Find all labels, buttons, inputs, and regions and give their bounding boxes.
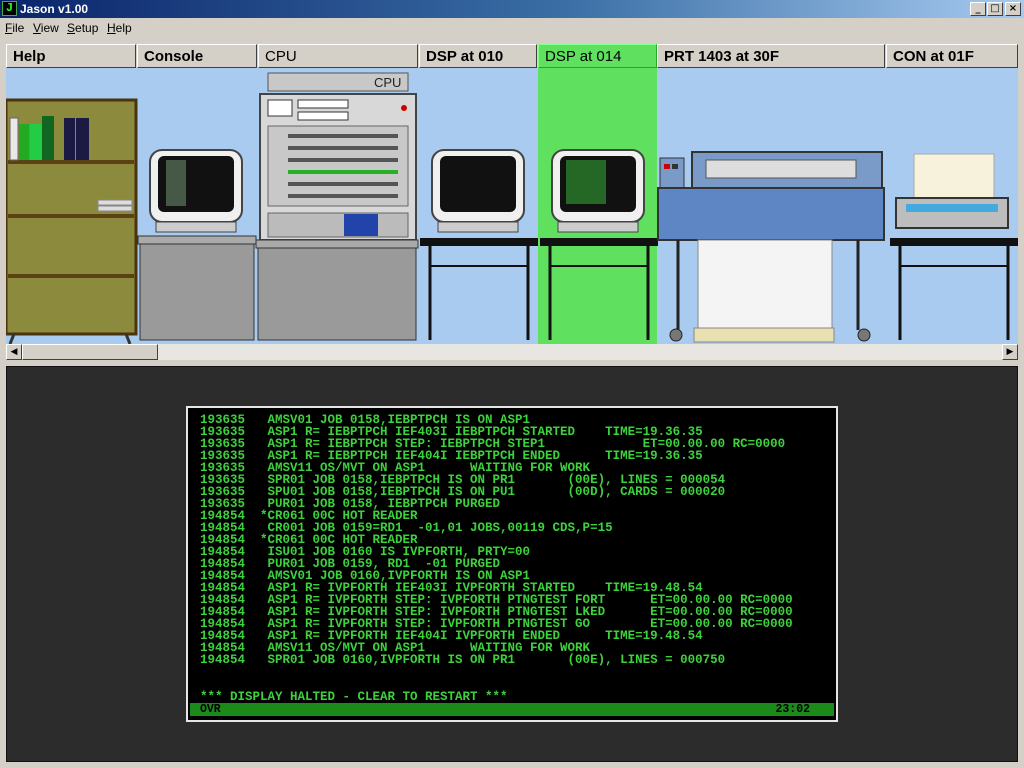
tab-console[interactable]: Console: [137, 44, 257, 68]
tab-help[interactable]: Help: [6, 44, 136, 68]
tab-cpu[interactable]: CPU: [258, 44, 418, 68]
halt-message: *** DISPLAY HALTED - CLEAR TO RESTART **…: [200, 690, 508, 704]
tab-dsp-014[interactable]: DSP at 014: [538, 44, 657, 68]
device-tab-strip: Help Console CPU DSP at 010 DSP at 014 P…: [0, 42, 1024, 68]
scroll-left-button[interactable]: ◀: [6, 344, 22, 360]
scene-horizontal-scrollbar[interactable]: ◀ ▶: [6, 344, 1018, 360]
typewriter-console[interactable]: [890, 153, 1018, 340]
tab-con-01f[interactable]: CON at 01F: [886, 44, 1018, 68]
console-terminal[interactable]: [137, 149, 257, 341]
menu-file[interactable]: File: [5, 21, 24, 35]
menu-setup[interactable]: Setup: [67, 21, 98, 35]
terminal-line: 194854 SPR01 JOB 0160,IVPFORTH IS ON PR1…: [200, 653, 726, 667]
menu-view[interactable]: View: [33, 21, 59, 35]
printer-1403[interactable]: [657, 151, 885, 343]
title-bar[interactable]: J Jason v1.00 _ □ ×: [0, 0, 1024, 18]
cpu-unit[interactable]: CPU: [255, 72, 419, 341]
machine-room-scene: CPU: [6, 68, 1018, 344]
app-icon: J: [2, 1, 17, 16]
scene-drawing: CPU: [6, 72, 1018, 344]
tab-dsp-010[interactable]: DSP at 010: [419, 44, 537, 68]
cpu-label: CPU: [374, 75, 401, 90]
minimize-button[interactable]: _: [970, 2, 986, 16]
terminal-screen[interactable]: 193635 AMSV01 JOB 0158,IEBPTPCH IS ON AS…: [186, 406, 838, 722]
tab-prt-1403[interactable]: PRT 1403 at 30F: [657, 44, 885, 68]
scroll-right-button[interactable]: ▶: [1002, 344, 1018, 360]
maximize-button[interactable]: □: [987, 2, 1003, 16]
menu-bar: File View Setup Help: [0, 18, 1024, 38]
terminal-clock: 23:02: [775, 703, 810, 716]
display-010[interactable]: [420, 149, 538, 340]
menu-help[interactable]: Help: [107, 21, 132, 35]
window-title: Jason v1.00: [20, 2, 89, 16]
terminal-output: 193635 AMSV01 JOB 0158,IEBPTPCH IS ON AS…: [200, 414, 830, 667]
display-014[interactable]: [540, 149, 658, 340]
bookcase[interactable]: [6, 98, 138, 344]
insert-mode-indicator: OVR: [200, 703, 221, 716]
scroll-thumb[interactable]: [22, 344, 158, 360]
close-button[interactable]: ×: [1005, 2, 1021, 16]
terminal-status-bar: OVR 23:02: [190, 703, 834, 716]
